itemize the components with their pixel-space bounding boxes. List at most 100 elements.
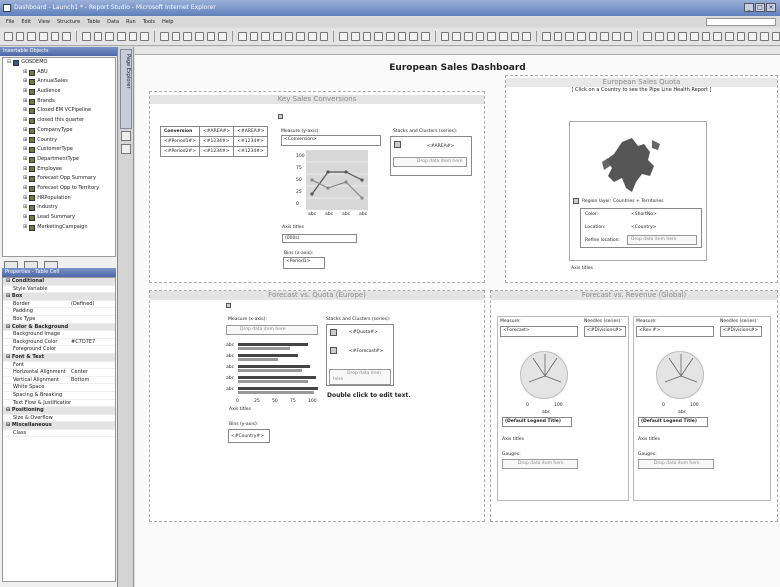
bar-chart[interactable]: abc abc abc abc abc 0 25 50 75 100 — [226, 343, 321, 404]
toolbar-button-icon[interactable] — [654, 32, 664, 41]
crosstab-cell[interactable]: <#1234#> — [233, 146, 269, 157]
european-sales-quota-panel[interactable]: European Sales Quota [ Click on a Countr… — [505, 75, 778, 283]
property-row[interactable]: Text Flow & Justification — [3, 400, 115, 408]
dashboard-title[interactable]: European Sales Dashboard — [135, 63, 780, 73]
toolbar-button-icon[interactable] — [93, 32, 103, 41]
toolbar-button-icon[interactable] — [171, 32, 181, 41]
property-row[interactable]: Font — [3, 362, 115, 370]
toolbar-button-icon[interactable] — [771, 32, 780, 41]
bar-forecast[interactable] — [238, 369, 302, 372]
property-row[interactable]: ⊟ Conditional — [3, 278, 115, 286]
close-icon[interactable]: × — [766, 3, 776, 12]
bar-forecast[interactable] — [238, 380, 308, 383]
toolbar-button-icon[interactable] — [15, 32, 25, 41]
toolbar-button-icon[interactable] — [27, 32, 37, 41]
toolbar-button-icon[interactable] — [237, 32, 247, 41]
toolbar-button-icon[interactable] — [713, 32, 722, 41]
tree-item[interactable]: ⊞ Forecast Opp Summary — [3, 174, 115, 184]
property-row[interactable]: Horizontal Alignment Center — [3, 369, 115, 377]
crosstab-cell[interactable]: <#1234#> — [198, 146, 235, 157]
toolbar-button-icon[interactable] — [522, 32, 531, 41]
toolbar-button-icon[interactable] — [206, 32, 216, 41]
toolbar-button-icon[interactable] — [565, 32, 574, 41]
chart-handle-icon[interactable] — [278, 114, 283, 119]
axis-title-box[interactable]: (000s) — [282, 234, 357, 243]
toolbar-button-icon[interactable] — [62, 32, 72, 41]
toolbar-button-icon[interactable] — [81, 32, 91, 41]
toolbar-button-icon[interactable] — [183, 32, 192, 41]
series-drop[interactable]: Drop data item here — [329, 369, 391, 385]
toolbar-button-icon[interactable] — [600, 32, 609, 41]
property-row[interactable]: Foreground Color — [3, 346, 115, 354]
menu-edit[interactable]: Edit — [21, 17, 31, 27]
toolbar-button-icon[interactable] — [374, 32, 383, 41]
tree-item[interactable]: ⊞ DepartmentType — [3, 155, 115, 165]
bar-forecast[interactable] — [238, 358, 278, 361]
bar-forecast[interactable] — [238, 347, 290, 350]
tree-item[interactable]: ⊞ Lead Summary — [3, 213, 115, 223]
condition-explorer-icon[interactable] — [121, 144, 131, 154]
property-row[interactable]: White Space — [3, 384, 115, 392]
property-row[interactable]: Border (Defined) — [3, 301, 115, 309]
tree-item[interactable]: ⊞ CustomerType — [3, 145, 115, 155]
series-drop[interactable]: Drop data item here — [393, 157, 467, 167]
legend-title[interactable]: (Default Legend Title) — [502, 417, 572, 427]
toolbar-button-icon[interactable] — [678, 32, 687, 41]
toolbar-button-icon[interactable] — [736, 32, 746, 41]
query-explorer-icon[interactable] — [121, 131, 131, 141]
toolbar-button-icon[interactable] — [296, 32, 305, 41]
crosstab-cell[interactable]: <#Period1#> — [160, 136, 200, 147]
tree-item[interactable]: ⊞ Forecast Opp to Territory — [3, 184, 115, 194]
bar-quota[interactable] — [238, 354, 298, 357]
toolbar-button-icon[interactable] — [440, 32, 450, 41]
property-row[interactable]: ⊟ Font & Text — [3, 353, 115, 362]
toolbar-button-icon[interactable] — [50, 32, 60, 41]
property-row[interactable]: ⊟ Color & Background — [3, 323, 115, 332]
help-search-input[interactable] — [706, 18, 776, 26]
menu-table[interactable]: Table — [87, 17, 100, 27]
gauge-chart-2[interactable]: Measure: <Rev #> Needles (series): <#Divisi… — [633, 316, 771, 501]
toolbar-button-icon[interactable] — [218, 32, 227, 41]
gauges-drop[interactable]: Drop data item here — [638, 459, 714, 469]
crosstab-cell[interactable]: <#AREA#> — [233, 126, 269, 137]
bar-quota[interactable] — [238, 365, 310, 368]
double-click-text[interactable]: Double click to edit text. — [327, 392, 411, 399]
property-row[interactable]: Vertical Alignment Bottom — [3, 377, 115, 385]
axis-titles-checkbox[interactable]: Axis titles — [282, 225, 304, 230]
bins-dropzone[interactable]: <Period1> — [283, 257, 325, 269]
toolbar-button-icon[interactable] — [553, 32, 563, 41]
toolbar-button-icon[interactable] — [498, 32, 508, 41]
region-layer-table[interactable]: Color: <ShortNo> Location: <Country> Ref… — [580, 208, 702, 248]
tree-item[interactable]: ⊞ Brands — [3, 97, 115, 107]
minimize-icon[interactable]: _ — [744, 3, 754, 12]
crosstab[interactable]: Conversion <#AREA#> <#AREA#> <#Period1#> <#1… — [160, 126, 269, 157]
toolbar-button-icon[interactable] — [689, 32, 699, 41]
needle-dropzone[interactable]: <#Divisions#> — [720, 326, 762, 337]
property-row[interactable]: ⊟ Box — [3, 293, 115, 301]
axis-titles-checkbox[interactable]: Axis titles — [638, 437, 660, 442]
toolbar-button-icon[interactable] — [701, 32, 711, 41]
gauge-dial[interactable] — [656, 351, 704, 399]
toolbar-button-icon[interactable] — [362, 32, 372, 41]
legend-title[interactable]: (Default Legend Title) — [638, 417, 708, 427]
tree-item[interactable]: ⊞ MarketingCampaign — [3, 223, 115, 233]
toolbar-button-icon[interactable] — [319, 32, 329, 41]
toolbar-button-icon[interactable] — [420, 32, 430, 41]
toolbar-button-icon[interactable] — [576, 32, 586, 41]
property-row[interactable]: Background Color #C7D7E7 — [3, 339, 115, 347]
tree-item[interactable]: ⊞ Employee — [3, 165, 115, 175]
measure-drop[interactable]: Drop data item here — [226, 325, 318, 335]
tree-item[interactable]: ⊞ AnnualSales — [3, 77, 115, 87]
gauge-chart-1[interactable]: Measure: <Forecast> Needles (series): <#Div… — [497, 316, 629, 501]
menu-file[interactable]: File — [6, 17, 14, 27]
toolbar-button-icon[interactable] — [284, 32, 294, 41]
axis-titles-checkbox[interactable]: Axis titles — [229, 407, 251, 412]
toolbar-button-icon[interactable] — [759, 32, 769, 41]
toolbar-button-icon[interactable] — [510, 32, 520, 41]
gauges-drop[interactable]: Drop data item here — [502, 459, 578, 469]
property-row[interactable]: Box Type — [3, 316, 115, 324]
toolbar-button-icon[interactable] — [4, 32, 13, 41]
bar-quota[interactable] — [238, 376, 316, 379]
tree-item[interactable]: ⊞ Country — [3, 136, 115, 146]
toolbar-button-icon[interactable] — [666, 32, 676, 41]
